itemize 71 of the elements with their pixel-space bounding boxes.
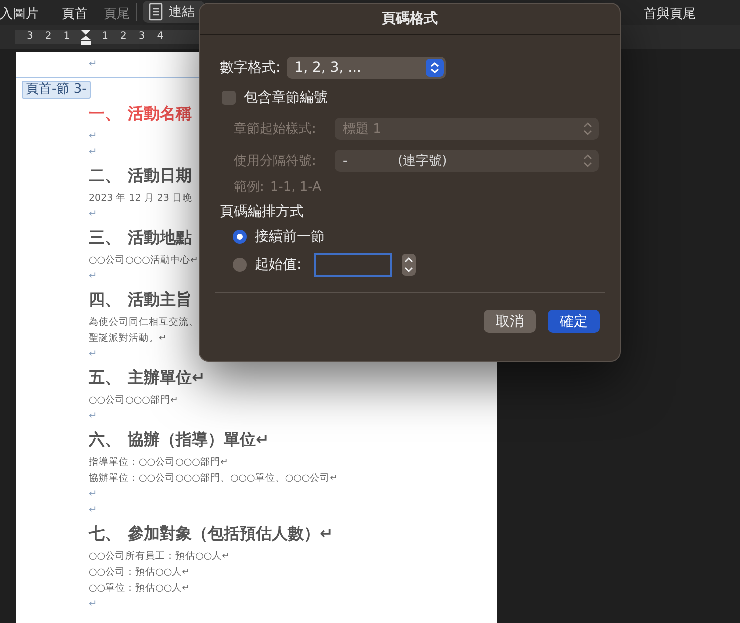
paragraph-mark: ↵ <box>89 598 98 612</box>
field-label: 使用分隔符號: <box>234 153 318 170</box>
heading-number: 二、 <box>89 166 122 186</box>
paragraph-mark: ↵ <box>89 59 98 70</box>
ruler-number: 1 <box>102 31 108 43</box>
body-text: 為使公司同仁相互交流、 <box>89 316 199 330</box>
body-text: ○○單位：預估○○人↵ <box>89 582 190 596</box>
toolbar-button[interactable]: 首與頁尾 <box>644 7 696 23</box>
heading-number: 三、 <box>89 228 122 248</box>
paragraph-mark: ↵ <box>89 130 98 144</box>
heading-number: 六、 <box>89 430 122 450</box>
header-tag: 頁首-節 3- <box>22 81 91 99</box>
paragraph-mark: ↵ <box>89 146 98 160</box>
link-button[interactable]: 連結 <box>143 1 205 23</box>
heading-number: 五、 <box>89 368 122 388</box>
body-text: ○○公司所有員工：預估○○人↵ <box>89 550 230 564</box>
chevron-updown-icon <box>426 59 444 77</box>
heading: 活動日期 <box>128 166 192 186</box>
field-label: 章節起始樣式: <box>234 121 318 138</box>
field-label: 數字格式: <box>220 59 281 77</box>
body-text: 2023 年 12 月 23 日晚 <box>89 192 192 206</box>
chevron-updown-icon <box>583 122 593 136</box>
heading: 參加對象（包括預估人數）↵ <box>128 524 334 544</box>
document-icon <box>149 3 163 21</box>
paragraph-mark: ↵ <box>89 348 98 362</box>
example-label: 範例: <box>234 179 264 196</box>
body-text: ○○公司：預估○○人↵ <box>89 566 190 580</box>
radio-label: 起始值: <box>255 256 302 274</box>
paragraph-mark: ↵ <box>89 504 98 518</box>
chevron-updown-icon <box>583 154 593 168</box>
start-value-field[interactable] <box>314 253 392 277</box>
body-text: 指導單位：○○公司○○○部門↵ <box>89 456 228 470</box>
heading: 活動名稱 <box>128 104 192 124</box>
paragraph-mark: ↵ <box>89 270 98 284</box>
dialog-title: 頁碼格式 <box>382 10 438 28</box>
heading: 活動地點 <box>128 228 192 248</box>
heading: 主辦單位↵ <box>128 368 206 388</box>
ruler-number: 1 <box>64 31 70 43</box>
example-value: 1-1, 1-A <box>270 180 322 194</box>
separator-note: (連字號) <box>398 153 448 170</box>
radio-button[interactable] <box>233 230 247 244</box>
heading: 協辦（指導）單位↵ <box>128 430 270 450</box>
body-text: 協辦單位：○○公司○○○部門、○○○單位、○○○公司↵ <box>89 472 338 486</box>
radio-label: 接續前一節 <box>255 228 325 246</box>
ruler-number: 2 <box>120 31 127 43</box>
ruler-number: 3 <box>138 31 146 43</box>
radio-button[interactable] <box>233 258 247 272</box>
indent-marker-icon[interactable] <box>80 29 92 45</box>
paragraph-mark: ↵ <box>89 410 98 424</box>
heading-number: 一、 <box>89 104 122 124</box>
toolbar-button[interactable]: 頁首 <box>62 7 88 23</box>
paragraph-mark: ↵ <box>89 208 98 222</box>
cancel-button[interactable]: 取消 <box>484 310 536 333</box>
stepper-icon[interactable] <box>402 254 416 276</box>
body-text: ○○公司○○○部門↵ <box>89 394 178 408</box>
separator-value: - <box>343 154 349 168</box>
heading-number: 七、 <box>89 524 122 544</box>
paragraph-mark: ↵ <box>89 488 98 502</box>
body-text: 聖誕派對活動。↵ <box>89 332 167 346</box>
body-text: ○○公司○○○活動中心↵ <box>89 254 198 268</box>
checkbox[interactable] <box>222 91 236 105</box>
number-format-dropdown[interactable]: 1, 2, 3, ... <box>286 57 446 79</box>
toolbar-button[interactable]: 入圖片 <box>0 7 39 23</box>
heading-number: 四、 <box>89 290 122 310</box>
ruler-number: 4 <box>157 31 164 43</box>
section-label: 頁碼編排方式 <box>220 203 304 221</box>
checkbox-label: 包含章節編號 <box>244 89 328 107</box>
heading: 活動主旨 <box>128 290 192 310</box>
ruler-number: 2 <box>45 31 52 43</box>
ruler-number: 3 <box>27 31 34 43</box>
ok-button[interactable]: 確定 <box>548 310 600 333</box>
